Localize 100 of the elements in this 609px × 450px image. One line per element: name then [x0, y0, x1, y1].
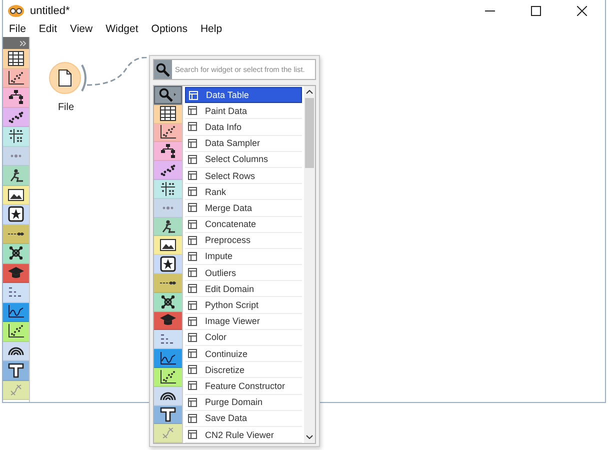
arcs-icon: [8, 346, 24, 356]
category-tab[interactable]: [154, 312, 182, 330]
widget-icon: [188, 203, 197, 212]
widget-list-item[interactable]: CN2 Rule Viewer: [185, 426, 302, 444]
category-tab[interactable]: [154, 86, 182, 105]
category-tab[interactable]: [154, 218, 182, 236]
category-tab[interactable]: [3, 166, 29, 186]
widget-list-item[interactable]: Color: [185, 330, 302, 346]
tree-icon: [8, 90, 24, 104]
text-lines-icon: [160, 333, 176, 346]
widget-icon: [188, 122, 197, 132]
menu-item[interactable]: View: [70, 23, 93, 35]
category-tab[interactable]: [3, 244, 29, 264]
category-tab[interactable]: [154, 368, 182, 387]
widget-list-item[interactable]: Select Rows: [185, 168, 302, 184]
widget-list-item[interactable]: Discretize: [185, 362, 302, 378]
helix-icon: [161, 426, 175, 440]
figure-icon: [161, 220, 175, 233]
category-tab[interactable]: [3, 302, 29, 322]
category-tab[interactable]: [154, 236, 182, 256]
category-tab[interactable]: [3, 224, 29, 244]
menu-item[interactable]: File: [9, 23, 26, 35]
category-tab[interactable]: [154, 161, 182, 180]
category-tab[interactable]: [3, 186, 29, 205]
category-tab[interactable]: [154, 386, 182, 406]
category-tab[interactable]: [154, 104, 182, 124]
image-icon: [8, 188, 24, 201]
widget-list-item[interactable]: Data Info: [185, 119, 302, 136]
widget-list-item[interactable]: Merge Data: [185, 200, 302, 216]
scrollbar[interactable]: [304, 86, 315, 443]
grid-icon: [161, 182, 175, 196]
category-tab[interactable]: [3, 108, 29, 127]
dotted-line-icon: [160, 280, 176, 285]
category-tab[interactable]: [154, 142, 182, 162]
widget-list-item[interactable]: Impute: [185, 248, 302, 266]
tee-icon: [8, 362, 24, 378]
widget-icon: [188, 365, 197, 374]
widget-list-item[interactable]: Python Script: [185, 297, 302, 314]
category-tab[interactable]: [154, 124, 182, 142]
cluster-icon: [8, 110, 24, 123]
scatter-plot-icon: [160, 125, 176, 140]
close-icon[interactable]: [577, 6, 587, 16]
line-chart-icon: [160, 352, 176, 365]
category-tab[interactable]: [3, 205, 29, 224]
category-tab[interactable]: [154, 292, 182, 312]
menu-item[interactable]: Widget: [106, 23, 138, 35]
widget-list-item[interactable]: Feature Constructor: [185, 378, 302, 395]
widget-list-item[interactable]: Purge Domain: [185, 394, 302, 411]
widget-icon: [188, 430, 197, 440]
scroll-down-icon[interactable]: [306, 435, 313, 439]
double-arrow-icon: [20, 40, 26, 46]
widget-icon: [188, 236, 197, 245]
category-tab[interactable]: [3, 88, 29, 108]
widget-icon: [188, 332, 197, 342]
network-icon: [9, 246, 23, 260]
widget-icon: [188, 252, 197, 261]
category-tab[interactable]: [3, 68, 29, 88]
scatter-plot-icon: [8, 324, 24, 338]
widget-list-item[interactable]: Save Data: [185, 410, 302, 427]
menu-item[interactable]: Help: [200, 23, 222, 35]
tree-icon: [160, 144, 176, 158]
category-tab[interactable]: [3, 127, 29, 146]
category-tab[interactable]: [3, 264, 29, 283]
widget-list-item[interactable]: Preprocess: [185, 232, 302, 249]
category-tab[interactable]: [3, 49, 29, 68]
network-icon: [161, 294, 175, 309]
scroll-thumb[interactable]: [305, 98, 314, 168]
widget-list-item[interactable]: Continuize: [185, 346, 302, 362]
widget-icon: [188, 220, 197, 229]
dots-icon: [10, 152, 22, 159]
menu-item[interactable]: Edit: [38, 23, 58, 35]
window-title: untitled*: [30, 4, 70, 16]
category-tab[interactable]: [154, 255, 182, 274]
table-icon: [8, 50, 24, 66]
graduation-cap-icon: [160, 314, 176, 326]
maximize-icon[interactable]: [531, 6, 541, 16]
widget-list-item[interactable]: Rank: [185, 184, 302, 200]
category-tab[interactable]: [154, 180, 182, 199]
widget-icon: [188, 414, 197, 423]
widget-list-item[interactable]: Select Columns: [185, 152, 302, 168]
widget-icon: [188, 268, 197, 278]
scroll-up-icon[interactable]: [306, 90, 313, 94]
category-tab[interactable]: [3, 361, 29, 380]
widget-list-item[interactable]: Edit Domain: [185, 281, 302, 298]
widget-list-item[interactable]: Data Sampler: [185, 136, 302, 152]
arcs-icon: [160, 391, 176, 400]
category-tab[interactable]: [3, 322, 29, 342]
category-tab[interactable]: [3, 342, 29, 361]
widget-icon: [188, 284, 197, 294]
star-icon: [8, 206, 24, 222]
widget-list-item[interactable]: Paint Data: [185, 103, 302, 120]
menu-item[interactable]: Options: [151, 23, 188, 35]
category-tab[interactable]: [154, 349, 182, 368]
node-label: File: [58, 102, 74, 113]
category-tab[interactable]: [154, 406, 182, 424]
category-tab[interactable]: [154, 274, 182, 293]
widget-list-item[interactable]: Data Table: [185, 87, 302, 104]
widget-list-item[interactable]: Outliers: [185, 265, 302, 282]
widget-list-item[interactable]: Image Viewer: [185, 314, 302, 330]
widget-list-item[interactable]: Concatenate: [185, 216, 302, 233]
